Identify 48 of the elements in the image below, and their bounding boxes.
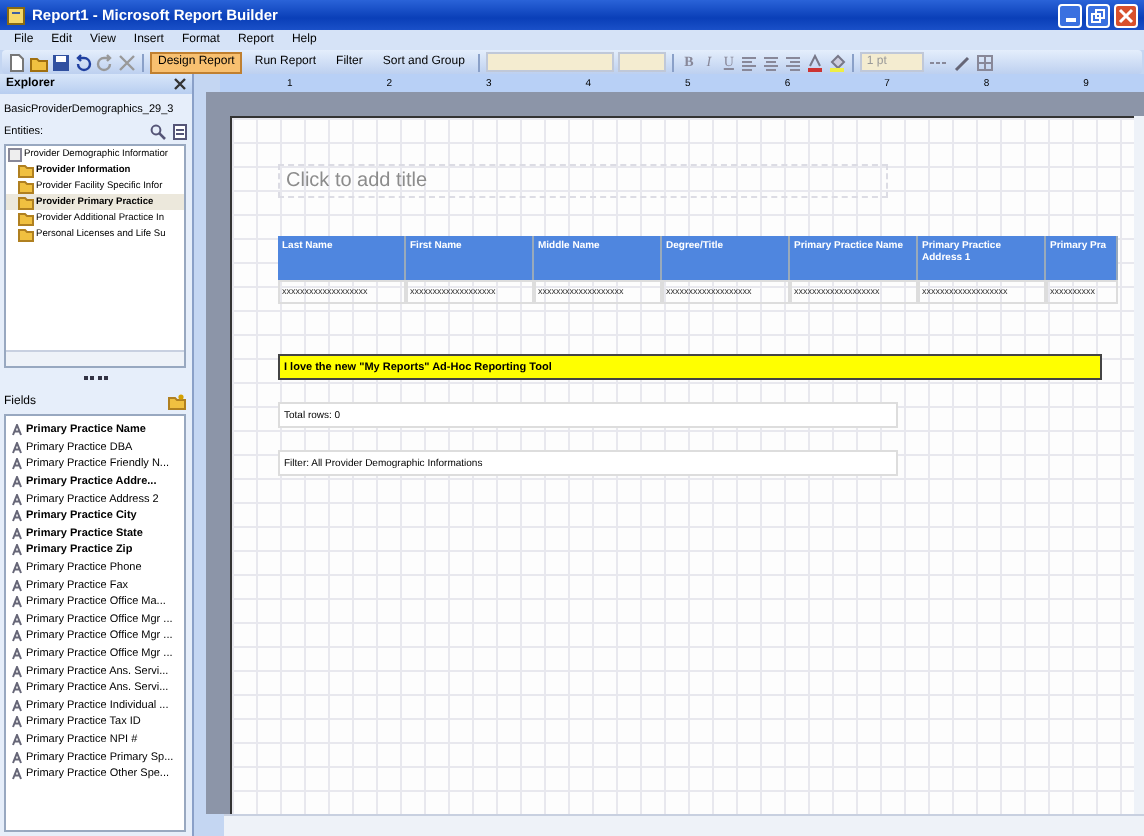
minimize-button[interactable] xyxy=(1058,3,1082,27)
app-icon xyxy=(6,5,26,25)
field-icon xyxy=(12,699,22,712)
field-icon xyxy=(12,630,22,643)
align-left-icon[interactable] xyxy=(740,53,759,71)
close-button[interactable] xyxy=(1114,3,1138,27)
close-icon[interactable] xyxy=(174,78,186,90)
field-icon xyxy=(12,458,22,471)
restore-button[interactable] xyxy=(1086,3,1110,27)
vertical-scrollbar[interactable] xyxy=(1134,116,1144,814)
field-icon xyxy=(12,665,22,678)
field-icon xyxy=(12,733,22,746)
field-icon xyxy=(12,510,22,523)
minimize-icon xyxy=(1065,18,1075,22)
font-color-icon[interactable] xyxy=(806,53,825,71)
close-icon xyxy=(1118,7,1134,23)
search-icon[interactable] xyxy=(150,124,166,140)
field-icon xyxy=(12,527,22,540)
field-icon xyxy=(12,716,22,729)
field-icon xyxy=(12,613,22,626)
folder-icon[interactable] xyxy=(168,394,186,410)
field-icon xyxy=(12,751,22,764)
field-icon xyxy=(12,648,22,661)
fill-color-icon[interactable] xyxy=(828,53,847,71)
align-center-icon[interactable] xyxy=(762,53,781,71)
align-right-icon[interactable] xyxy=(784,53,803,71)
field-icon xyxy=(12,682,22,695)
field-icon xyxy=(12,441,22,454)
delete-icon[interactable] xyxy=(118,53,136,71)
field-icon xyxy=(12,476,22,489)
field-icon xyxy=(12,768,22,781)
field-icon xyxy=(12,493,22,506)
borders-icon[interactable] xyxy=(976,53,995,71)
pen-icon[interactable] xyxy=(954,53,973,71)
report-table[interactable] xyxy=(278,236,1118,304)
table-icon xyxy=(8,147,22,161)
field-icon xyxy=(12,544,22,557)
undo-icon[interactable] xyxy=(74,53,92,71)
horizontal-scrollbar[interactable] xyxy=(6,350,184,366)
document-icon[interactable] xyxy=(172,124,188,140)
field-icon xyxy=(12,562,22,575)
field-icon xyxy=(12,596,22,609)
splitter-handle[interactable] xyxy=(84,376,108,386)
field-icon xyxy=(12,579,22,592)
restore-icon xyxy=(1090,7,1106,23)
save-icon[interactable] xyxy=(52,53,70,71)
horizontal-scrollbar[interactable] xyxy=(224,814,1144,836)
field-icon xyxy=(12,424,22,437)
